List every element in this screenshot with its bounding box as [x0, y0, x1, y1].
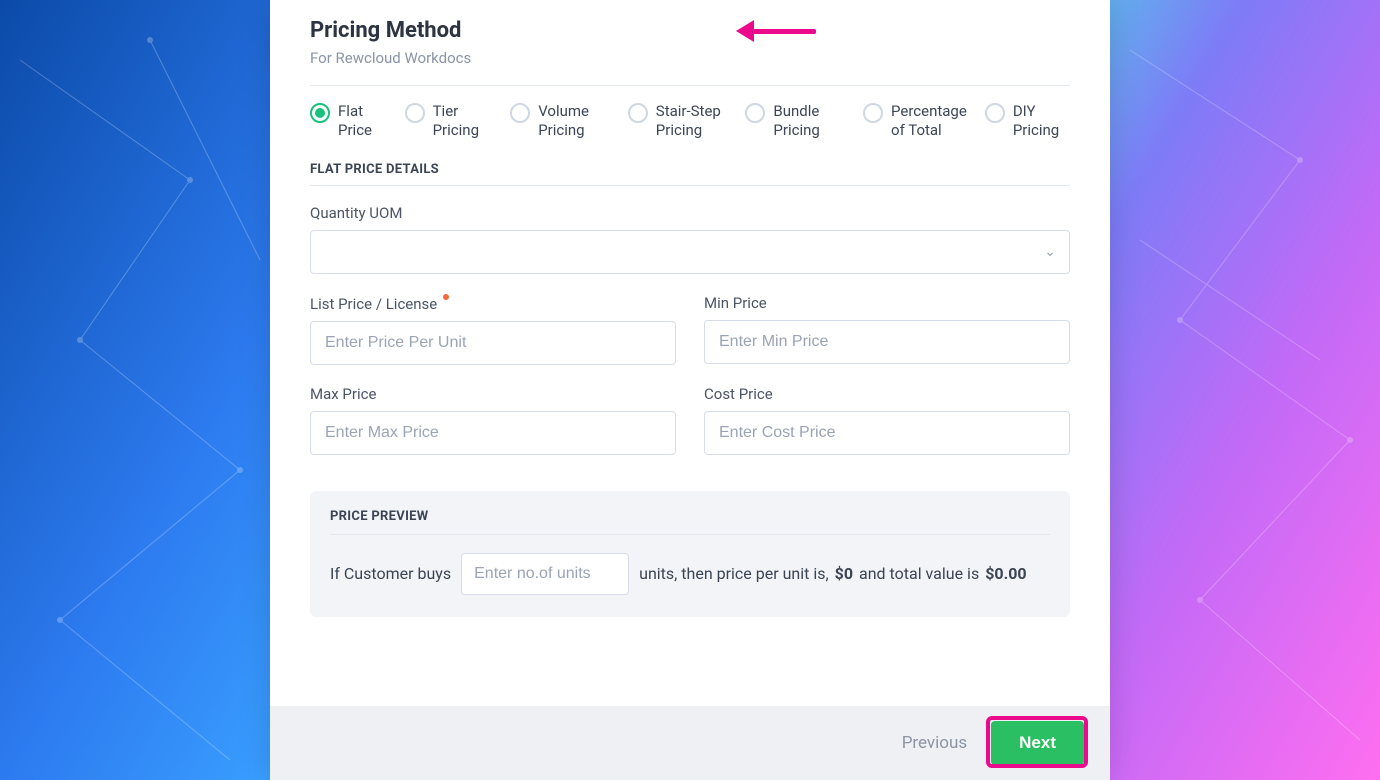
radio-icon [745, 103, 765, 123]
radio-tier-pricing[interactable]: Tier Pricing [405, 102, 493, 140]
radio-label: Percentage of Total [891, 102, 967, 140]
cost-price-label: Cost Price [704, 385, 1070, 403]
radio-percentage-of-total[interactable]: Percentage of Total [863, 102, 967, 140]
preview-text: and total value is [859, 564, 979, 583]
previous-button[interactable]: Previous [902, 733, 967, 753]
radio-icon [863, 103, 883, 123]
next-button[interactable]: Next [991, 721, 1084, 765]
preview-text: If Customer buys [330, 564, 451, 583]
pricing-method-radio-group: Flat Price Tier Pricing Volume Pricing S… [310, 102, 1070, 140]
list-price-label: List Price / License [310, 295, 437, 313]
page-title: Pricing Method [310, 18, 1070, 43]
radio-label: Tier Pricing [433, 102, 493, 140]
preview-units-input[interactable] [461, 553, 629, 595]
radio-label: Bundle Pricing [773, 102, 845, 140]
page-subtitle: For Rewcloud Workdocs [310, 49, 1070, 67]
required-icon [443, 294, 449, 300]
max-price-input[interactable] [310, 411, 676, 455]
radio-stair-step-pricing[interactable]: Stair-Step Pricing [628, 102, 728, 140]
radio-flat-price[interactable]: Flat Price [310, 102, 387, 140]
radio-diy-pricing[interactable]: DIY Pricing [985, 102, 1070, 140]
min-price-label: Min Price [704, 294, 1070, 312]
divider [330, 534, 1050, 535]
radio-label: DIY Pricing [1013, 102, 1070, 140]
price-preview-box: PRICE PREVIEW If Customer buys units, th… [310, 491, 1070, 617]
cost-price-input[interactable] [704, 411, 1070, 455]
price-preview-heading: PRICE PREVIEW [330, 509, 1050, 524]
radio-label: Stair-Step Pricing [656, 102, 728, 140]
quantity-uom-label: Quantity UOM [310, 204, 1070, 222]
flat-price-details-heading: FLAT PRICE DETAILS [310, 162, 1070, 177]
preview-text: units, then price per unit is, [639, 564, 829, 583]
radio-icon [310, 103, 330, 123]
wizard-footer: Previous Next [270, 706, 1110, 780]
radio-icon [405, 103, 425, 123]
preview-total-value: $0.00 [985, 564, 1026, 583]
radio-bundle-pricing[interactable]: Bundle Pricing [745, 102, 845, 140]
radio-icon [510, 103, 530, 123]
min-price-input[interactable] [704, 320, 1070, 364]
form-panel: Pricing Method For Rewcloud Workdocs Fla… [270, 0, 1110, 780]
radio-label: Flat Price [338, 102, 387, 140]
max-price-label: Max Price [310, 385, 676, 403]
preview-per-unit-value: $0 [835, 564, 853, 583]
radio-volume-pricing[interactable]: Volume Pricing [510, 102, 610, 140]
list-price-input[interactable] [310, 321, 676, 365]
radio-label: Volume Pricing [538, 102, 610, 140]
radio-icon [628, 103, 648, 123]
divider [310, 85, 1070, 86]
radio-icon [985, 103, 1005, 123]
quantity-uom-select[interactable] [310, 230, 1070, 274]
divider [310, 185, 1070, 186]
